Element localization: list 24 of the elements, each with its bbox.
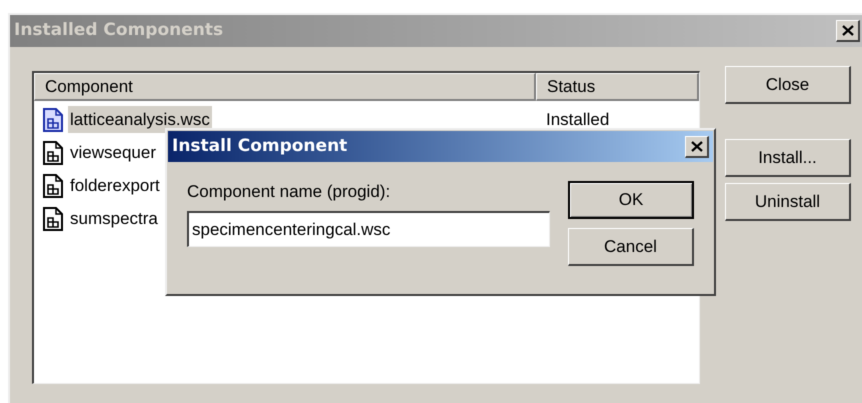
status-text: Installed: [546, 108, 610, 131]
dialog-title: Install Component: [172, 134, 348, 158]
component-name[interactable]: latticeanalysis.wsc: [68, 106, 212, 133]
column-header[interactable]: Component: [34, 73, 536, 101]
field-label: Component name (progid):: [187, 182, 392, 202]
dialog-button[interactable]: Cancel: [568, 228, 694, 266]
component-name-field[interactable]: specimencenteringcal.wsc: [187, 211, 550, 247]
script-file-icon: [42, 206, 64, 230]
component-name[interactable]: folderexport: [68, 172, 162, 199]
component-name[interactable]: sumspectra: [68, 205, 160, 232]
script-file-icon: [42, 108, 64, 132]
script-file-icon: [42, 140, 64, 164]
dialog-button[interactable]: Uninstall: [725, 183, 851, 221]
component-name[interactable]: viewsequer: [68, 139, 158, 166]
dialog-button[interactable]: Close: [725, 66, 851, 104]
close-button[interactable]: [685, 136, 709, 158]
window-title: Installed Components: [14, 19, 224, 42]
dialog-button[interactable]: OK: [568, 181, 694, 219]
dialog-button[interactable]: Install...: [725, 139, 851, 177]
close-icon: [842, 25, 854, 36]
script-file-icon: [42, 174, 64, 198]
column-header[interactable]: Status: [536, 73, 699, 101]
close-button[interactable]: [836, 20, 860, 42]
close-icon: [690, 140, 702, 152]
